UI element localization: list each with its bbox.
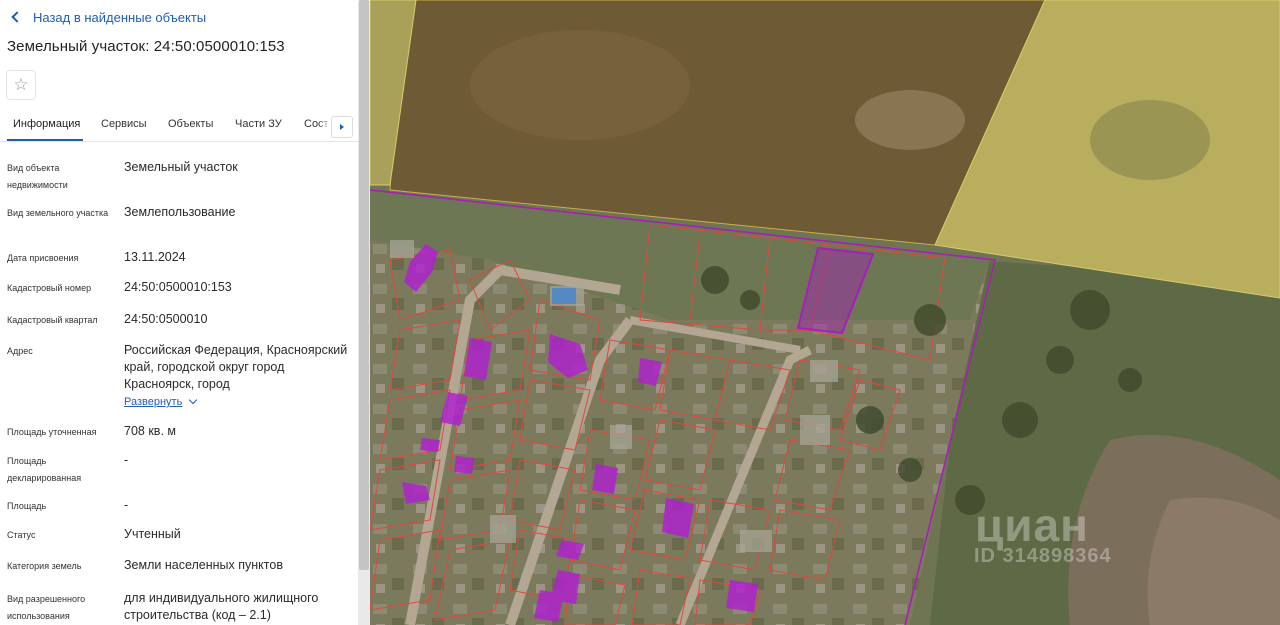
value-area-refined: 708 кв. м	[124, 424, 176, 438]
expand-label: Развернуть	[124, 396, 183, 408]
label-area: Площадь	[7, 501, 47, 511]
field-patch	[855, 90, 965, 150]
chevron-down-icon	[189, 395, 198, 405]
value-object-type: Земельный участок	[124, 160, 238, 174]
field-patch	[1090, 100, 1210, 180]
label-land-type: Вид земельного участка	[7, 208, 109, 218]
value-status: Учтенный	[124, 527, 181, 541]
value-cadastral-quarter: 24:50:0500010	[124, 312, 208, 326]
label-area-declared: Площадь декларированная	[7, 456, 82, 483]
tab-objects[interactable]: Объекты	[168, 118, 213, 130]
value-cadastral-number: 24:50:0500010:153	[124, 280, 232, 294]
label-address: Адрес	[7, 346, 33, 356]
value-permitted-use: для индивидуального жилищного строительс…	[124, 591, 319, 622]
value-land-type: Землепользование	[124, 205, 236, 219]
tab-bar: Информация Сервисы Объекты Части ЗУ Сост	[0, 113, 358, 142]
watermark: циан	[975, 499, 1089, 551]
favorite-button[interactable]: ☆	[6, 70, 36, 100]
label-cadastral-quarter: Кадастровый квартал	[7, 315, 98, 325]
expand-address-link[interactable]: Развернуть	[124, 395, 198, 408]
value-address: Российская Федерация, Красноярский край,…	[124, 343, 348, 391]
riverbank-sand	[1147, 497, 1280, 625]
tab-parts[interactable]: Части ЗУ	[235, 118, 282, 130]
blue-roof	[552, 288, 576, 304]
panel-scrollbar-thumb[interactable]	[359, 0, 369, 570]
triangle-right-icon	[340, 124, 344, 130]
back-link-label: Назад в найденные объекты	[33, 9, 207, 25]
label-object-type: Вид объекта недвижимости	[7, 163, 68, 190]
tabs-scroll-right-button[interactable]	[331, 116, 353, 138]
page-title: Земельный участок: 24:50:0500010:153	[7, 38, 285, 55]
label-area-refined: Площадь уточненная	[7, 427, 97, 437]
label-status: Статус	[7, 530, 36, 540]
info-panel: Назад в найденные объекты Земельный учас…	[0, 0, 358, 625]
tab-information[interactable]: Информация	[13, 118, 80, 130]
map-view[interactable]: циан ID 314898364	[370, 0, 1280, 625]
label-land-category: Категория земель	[7, 561, 82, 571]
back-link[interactable]: Назад в найденные объекты	[10, 8, 206, 26]
value-land-category: Земли населенных пунктов	[124, 558, 283, 572]
label-assign-date: Дата присвоения	[7, 253, 79, 263]
watermark-id: ID 314898364	[974, 545, 1112, 567]
value-area: -	[124, 498, 129, 512]
star-icon: ☆	[13, 75, 29, 94]
value-assign-date: 13.11.2024	[124, 250, 186, 264]
value-area-declared: -	[124, 453, 129, 467]
active-tab-indicator	[7, 139, 83, 141]
satellite-map[interactable]	[370, 0, 1280, 625]
tab-fade	[318, 113, 332, 141]
label-cadastral-number: Кадастровый номер	[7, 283, 92, 293]
chevron-left-icon	[11, 11, 23, 23]
field-patch	[470, 30, 690, 140]
tab-services[interactable]: Сервисы	[101, 118, 147, 130]
label-permitted-use: Вид разрешенного использования	[7, 594, 86, 621]
